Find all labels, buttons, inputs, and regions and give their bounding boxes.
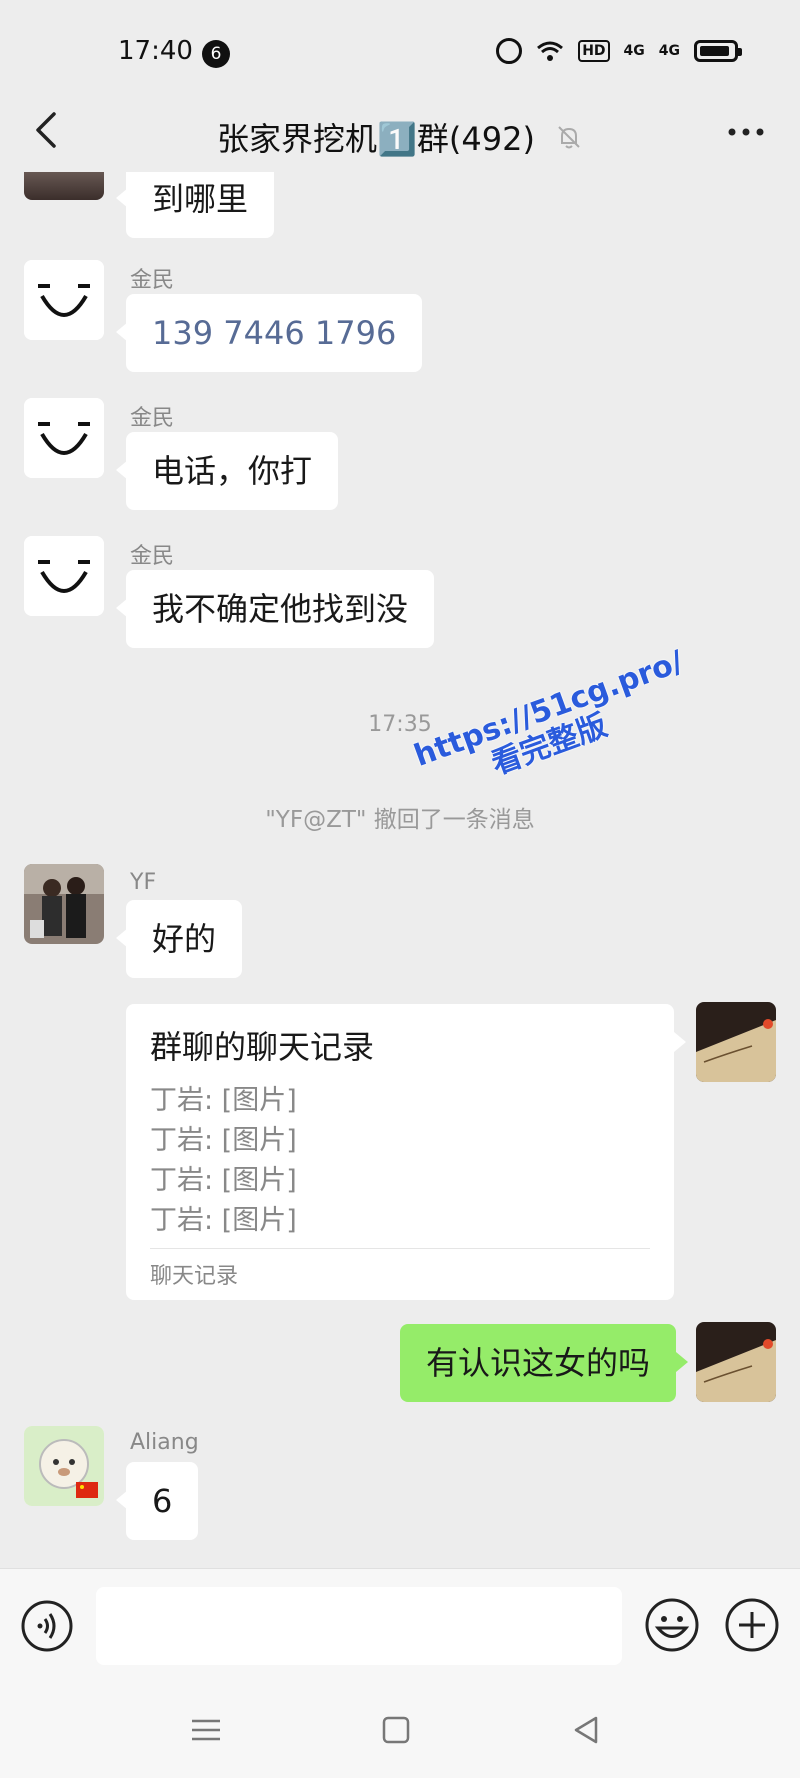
card-divider — [150, 1248, 650, 1249]
chat-area[interactable]: 到哪里 金民 139 7446 1796 金民 电话，你打 金民 我不确定他找到… — [0, 172, 800, 1568]
chat-header: 张家界挖机1️⃣群(492) — [0, 100, 800, 172]
card-line: 丁岩: [图片] — [150, 1205, 297, 1236]
emoji-icon[interactable] — [644, 1597, 700, 1653]
sender-name: 金民 — [130, 544, 175, 569]
signal-4g-icon: 4G — [623, 43, 645, 59]
chat-title-wrap: 张家界挖机1️⃣群(492) — [0, 114, 800, 160]
home-icon[interactable] — [376, 1712, 416, 1748]
status-time: 17:40 — [118, 36, 193, 66]
avatar[interactable] — [24, 864, 104, 944]
wifi-icon — [537, 41, 564, 61]
more-dots-icon[interactable] — [722, 114, 770, 150]
battery-icon — [694, 40, 742, 62]
menu-icon[interactable] — [186, 1712, 226, 1748]
plus-icon[interactable] — [724, 1597, 780, 1653]
avatar[interactable] — [24, 260, 104, 340]
message-input[interactable] — [96, 1587, 622, 1665]
card-line: 丁岩: [图片] — [150, 1125, 297, 1156]
card-line: 丁岩: [图片] — [150, 1085, 297, 1116]
recall-notice: "YF@ZT" 撤回了一条消息 — [265, 807, 535, 833]
signal-4g-icon: 4G — [658, 43, 680, 59]
self-avatar[interactable] — [696, 1322, 776, 1402]
sender-name: Aliang — [130, 1430, 199, 1455]
mute-bell-icon — [558, 126, 580, 149]
self-avatar[interactable] — [696, 1002, 776, 1082]
notification-count-badge: 6 — [202, 40, 230, 68]
card-title: 群聊的聊天记录 — [150, 1028, 375, 1066]
chat-title[interactable]: 张家界挖机1️⃣群(492) — [217, 114, 535, 160]
message-bubble[interactable]: 139 7446 1796 — [115, 294, 423, 372]
message-bubble[interactable]: 电话，你打 — [115, 432, 339, 510]
avatar[interactable] — [24, 1426, 104, 1506]
voice-icon[interactable] — [20, 1599, 74, 1653]
message-bubble[interactable]: 6 — [115, 1462, 199, 1540]
system-nav-bar — [0, 1684, 800, 1778]
sender-name: 金民 — [130, 406, 175, 431]
avatar[interactable] — [24, 536, 104, 616]
input-bar — [0, 1568, 800, 1685]
avatar[interactable] — [24, 398, 104, 478]
avatar[interactable] — [24, 172, 104, 200]
card-line: 丁岩: [图片] — [150, 1165, 297, 1196]
message-bubble[interactable]: 到哪里 — [115, 172, 275, 238]
card-footer: 聊天记录 — [150, 1264, 239, 1289]
status-bar: 17:40 6 HD 4G 4G — [0, 0, 800, 100]
status-icons: HD 4G 4G — [496, 38, 742, 64]
message-bubble[interactable]: 我不确定他找到没 — [115, 570, 435, 648]
self-message-bubble[interactable]: 有认识这女的吗 — [399, 1324, 689, 1402]
alarm-icon — [496, 38, 523, 64]
hd-icon: HD — [578, 40, 610, 62]
back-triangle-icon[interactable] — [566, 1712, 606, 1748]
chat-record-card[interactable]: 群聊的聊天记录 丁岩: [图片] 丁岩: [图片] 丁岩: [图片] 丁岩: [… — [126, 1004, 686, 1300]
sender-name: YF — [130, 870, 157, 895]
sender-name: 金民 — [130, 268, 175, 293]
message-bubble[interactable]: 好的 — [115, 900, 243, 978]
